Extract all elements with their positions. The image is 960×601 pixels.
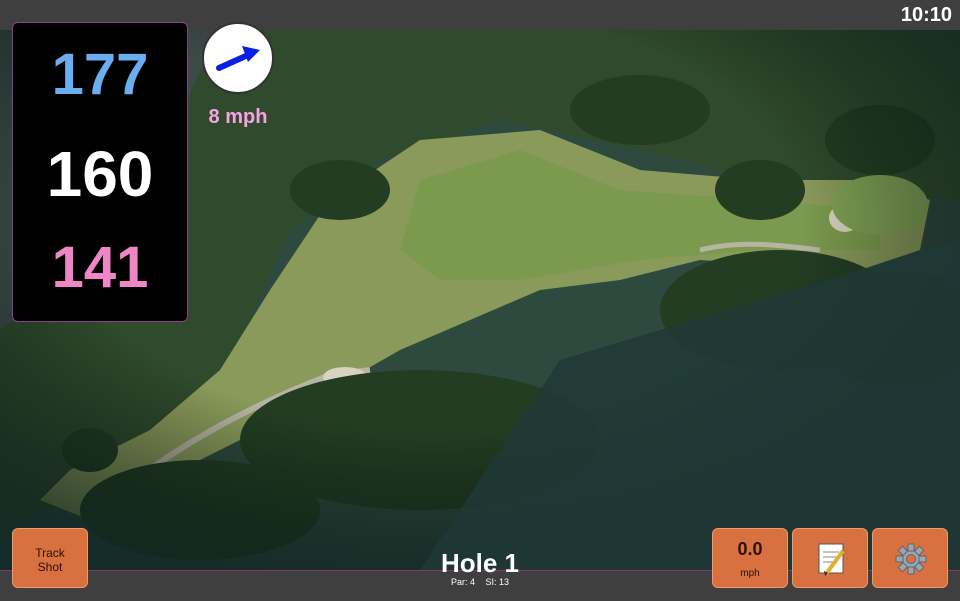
hole-title: Hole 1 (440, 548, 520, 578)
track-shot-label-1: Track (35, 546, 65, 560)
middle-distance: 160 (46, 138, 154, 210)
par-label: Par: 4 (450, 577, 475, 587)
hole-info: Par: 4 SI: 13 (380, 577, 580, 587)
back-distance: 177 (51, 42, 149, 107)
wind-arrow-icon (216, 46, 260, 71)
notes-button[interactable] (792, 528, 868, 588)
track-shot-label-2: Shot (37, 560, 63, 574)
distance-panel: 177 160 141 (12, 22, 188, 322)
clock: 10:10 (900, 4, 952, 26)
speed-unit: mph (740, 568, 760, 579)
settings-button[interactable] (872, 528, 948, 588)
speed-value: 0.0 (737, 539, 763, 559)
wind-speed: 8 mph (208, 106, 268, 128)
front-distance: 141 (51, 235, 149, 300)
gear-icon (895, 543, 927, 575)
track-shot-button[interactable]: Track Shot (12, 528, 88, 588)
notepad-icon (818, 543, 845, 576)
speed-button[interactable]: 0.0 mph (712, 528, 788, 588)
wind-indicator (202, 22, 274, 94)
si-label: SI: 13 (485, 577, 510, 587)
